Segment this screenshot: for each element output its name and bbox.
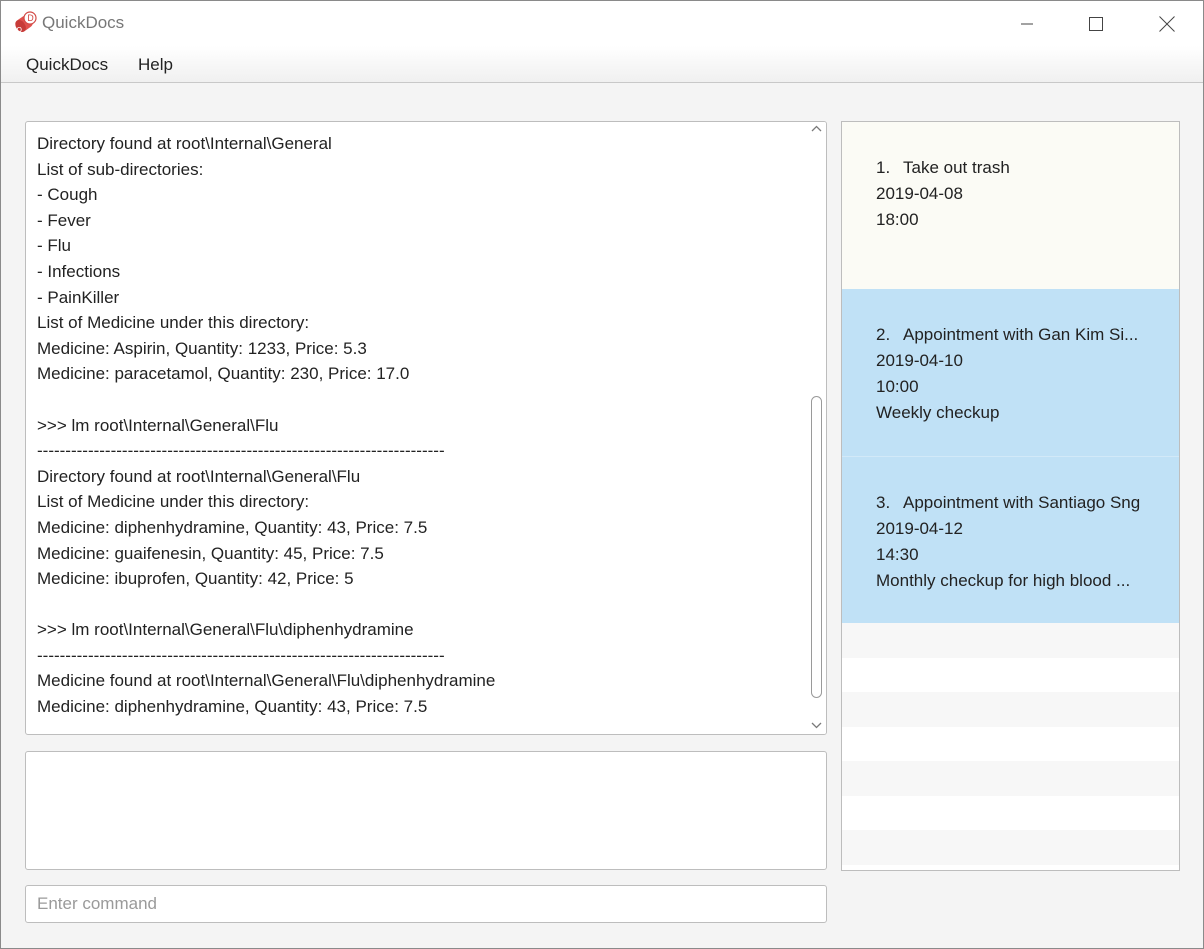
output-line: Directory found at root\Internal\General… (37, 466, 361, 486)
reminder-time: 18:00 (876, 210, 919, 229)
reminder-card[interactable]: 1. Take out trash 2019-04-08 18:00 (842, 122, 1179, 289)
reminder-note: Weekly checkup (876, 403, 1000, 422)
output-line: Directory found at root\Internal\General (37, 134, 332, 153)
output-line: - Flu (37, 236, 71, 256)
window-title: QuickDocs (42, 13, 125, 32)
output-line: - Fever (37, 210, 91, 230)
pill-bottle-icon: D Q (15, 11, 37, 34)
output-line: >>> lm root\Internal\General\Flu\diphenh… (37, 620, 414, 640)
empty-list-row (842, 761, 1179, 796)
output-line: Medicine: Aspirin, Quantity: 1233, Price… (37, 338, 367, 358)
output-text: Directory found at root\Internal\General… (37, 131, 807, 720)
scroll-down-arrow-icon[interactable] (811, 720, 822, 730)
close-icon (1159, 15, 1175, 32)
menu-bar: QuickDocs Help (1, 46, 1203, 83)
reminder-date: 2019-04-12 (876, 519, 963, 538)
svg-text:Q: Q (17, 26, 23, 34)
reminder-time: 10:00 (876, 377, 919, 396)
output-line: Medicine: paracetamol, Quantity: 230, Pr… (37, 364, 410, 384)
empty-list-row (842, 830, 1179, 865)
reminder-title: Appointment with Gan Kim Si... (903, 325, 1139, 344)
command-input[interactable] (25, 885, 827, 923)
minimize-icon (1021, 23, 1033, 24)
reminder-date: 2019-04-10 (876, 351, 963, 370)
empty-list-row (842, 795, 1179, 830)
app-window: D Q QuickDocs QuickDocs Help Directory f… (0, 0, 1204, 949)
reminder-number: 1. (876, 158, 891, 177)
output-line: List of Medicine under this directory: (37, 492, 310, 512)
empty-list-row (842, 692, 1179, 727)
output-line: - Cough (37, 185, 98, 205)
menu-help[interactable]: Help (138, 55, 173, 75)
output-line: - PainKiller (37, 287, 120, 307)
maximize-icon (1089, 16, 1103, 31)
reminder-title: Take out trash (903, 158, 1010, 177)
reminder-card[interactable]: 3. Appointment with Santiago Sng 2019-04-… (842, 456, 1179, 623)
output-line: List of sub-directories: (37, 159, 204, 179)
output-line: Medicine found at root\Internal\General\… (37, 671, 496, 691)
scroll-thumb[interactable] (811, 396, 822, 698)
empty-list-row (842, 623, 1179, 658)
main-content: Directory found at root\Internal\General… (1, 84, 1203, 948)
output-display[interactable]: Directory found at root\Internal\General… (25, 121, 827, 735)
reminder-card[interactable]: 2. Appointment with Gan Kim Si... 2019-04… (842, 289, 1179, 456)
output-line: - Infections (37, 261, 121, 281)
output-line: ----------------------------------------… (37, 645, 445, 665)
empty-list-row (842, 726, 1179, 761)
minimize-button[interactable] (993, 1, 1061, 46)
vertical-scrollbar[interactable] (807, 122, 826, 734)
output-line: ----------------------------------------… (37, 441, 445, 461)
reminder-time: 14:30 (876, 545, 919, 564)
empty-list-row (842, 657, 1179, 692)
svg-text:D: D (27, 14, 34, 24)
reminder-number: 2. (876, 325, 891, 344)
output-line: Medicine: diphenhydramine, Quantity: 43,… (37, 517, 428, 537)
reminder-title: Appointment with Santiago Sng (903, 493, 1141, 512)
close-button[interactable] (1133, 1, 1201, 46)
menu-quickdocs[interactable]: QuickDocs (26, 55, 108, 75)
title-bar[interactable]: D Q QuickDocs (1, 1, 1203, 46)
maximize-button[interactable] (1062, 1, 1130, 46)
reminder-note: Monthly checkup for high blood ... (876, 571, 1131, 590)
reminder-number: 3. (876, 493, 891, 512)
reminder-list[interactable]: 1. Take out trash 2019-04-08 18:00 2. Appo… (841, 121, 1180, 871)
output-line: Medicine: guaifenesin, Quantity: 45, Pri… (37, 543, 384, 563)
output-line: List of Medicine under this directory: (37, 313, 310, 333)
scroll-up-arrow-icon[interactable] (811, 124, 822, 134)
result-display[interactable] (25, 751, 827, 870)
output-line: Medicine: ibuprofen, Quantity: 42, Price… (37, 569, 354, 589)
output-line: >>> lm root\Internal\General\Flu (37, 415, 279, 435)
output-line: Medicine: diphenhydramine, Quantity: 43,… (37, 697, 428, 717)
reminder-date: 2019-04-08 (876, 184, 963, 203)
